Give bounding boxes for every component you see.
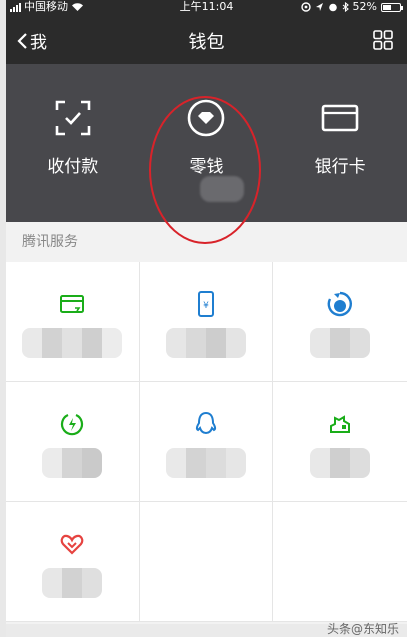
battery-fill [383, 4, 392, 10]
mobile-topup-icon: ¥ [197, 291, 214, 317]
alarm-icon [328, 3, 337, 12]
svg-text:¥: ¥ [203, 301, 209, 311]
scan-pay-icon [55, 100, 91, 136]
grid-menu-icon[interactable] [373, 30, 393, 50]
blurred-label [165, 328, 246, 358]
page-title: 钱包 [188, 32, 225, 53]
status-bar: 中国移动 上午11:04 52% [6, 0, 407, 14]
location-lock-icon [300, 2, 311, 12]
credit-card-repay-icon [60, 295, 85, 313]
watermark-text: 头条@东知乐 [326, 622, 399, 636]
service-city-service[interactable] [273, 382, 407, 502]
status-right: 52% [300, 0, 403, 14]
service-mobile-topup[interactable]: ¥ [139, 262, 274, 382]
service-utility-bill[interactable] [6, 382, 140, 502]
location-arrow-icon [315, 3, 323, 11]
blurred-label [42, 568, 103, 598]
charity-icon [61, 534, 84, 555]
empty-cell [273, 502, 407, 622]
service-wealth-management[interactable] [273, 262, 407, 382]
battery-icon [381, 2, 403, 12]
blurred-label [165, 448, 246, 478]
services-grid: ¥ [6, 262, 407, 622]
watermark: 头条@东知乐 [327, 620, 399, 637]
bank-card-icon [321, 104, 359, 132]
wealth-management-icon [327, 291, 353, 317]
utility-bill-icon [61, 413, 84, 436]
blurred-label [310, 448, 371, 478]
wallet-screen: 中国移动 上午11:04 52% 我 钱包 收付款 零钱 银行卡 腾讯服务 ¥ … [6, 0, 407, 637]
bank-card-label: 银行卡 [314, 157, 366, 177]
service-charity[interactable] [6, 502, 140, 622]
qq-coin-icon [195, 411, 217, 435]
annotation-circle [149, 96, 261, 244]
bluetooth-icon [342, 2, 349, 12]
blurred-label [22, 328, 123, 358]
receive-pay-button[interactable]: 收付款 [6, 64, 140, 222]
empty-cell [139, 502, 274, 622]
blurred-label [310, 328, 371, 358]
nav-bar: 我 钱包 [6, 14, 407, 64]
bank-card-button[interactable]: 银行卡 [273, 64, 407, 222]
wallet-top-panel: 收付款 零钱 银行卡 [6, 64, 407, 244]
receive-pay-label: 收付款 [47, 157, 99, 177]
service-credit-card-repay[interactable] [6, 262, 140, 382]
battery-percent: 52% [352, 0, 377, 13]
city-service-icon [330, 415, 351, 433]
service-qq-coin[interactable] [139, 382, 274, 502]
blurred-label [42, 448, 103, 478]
